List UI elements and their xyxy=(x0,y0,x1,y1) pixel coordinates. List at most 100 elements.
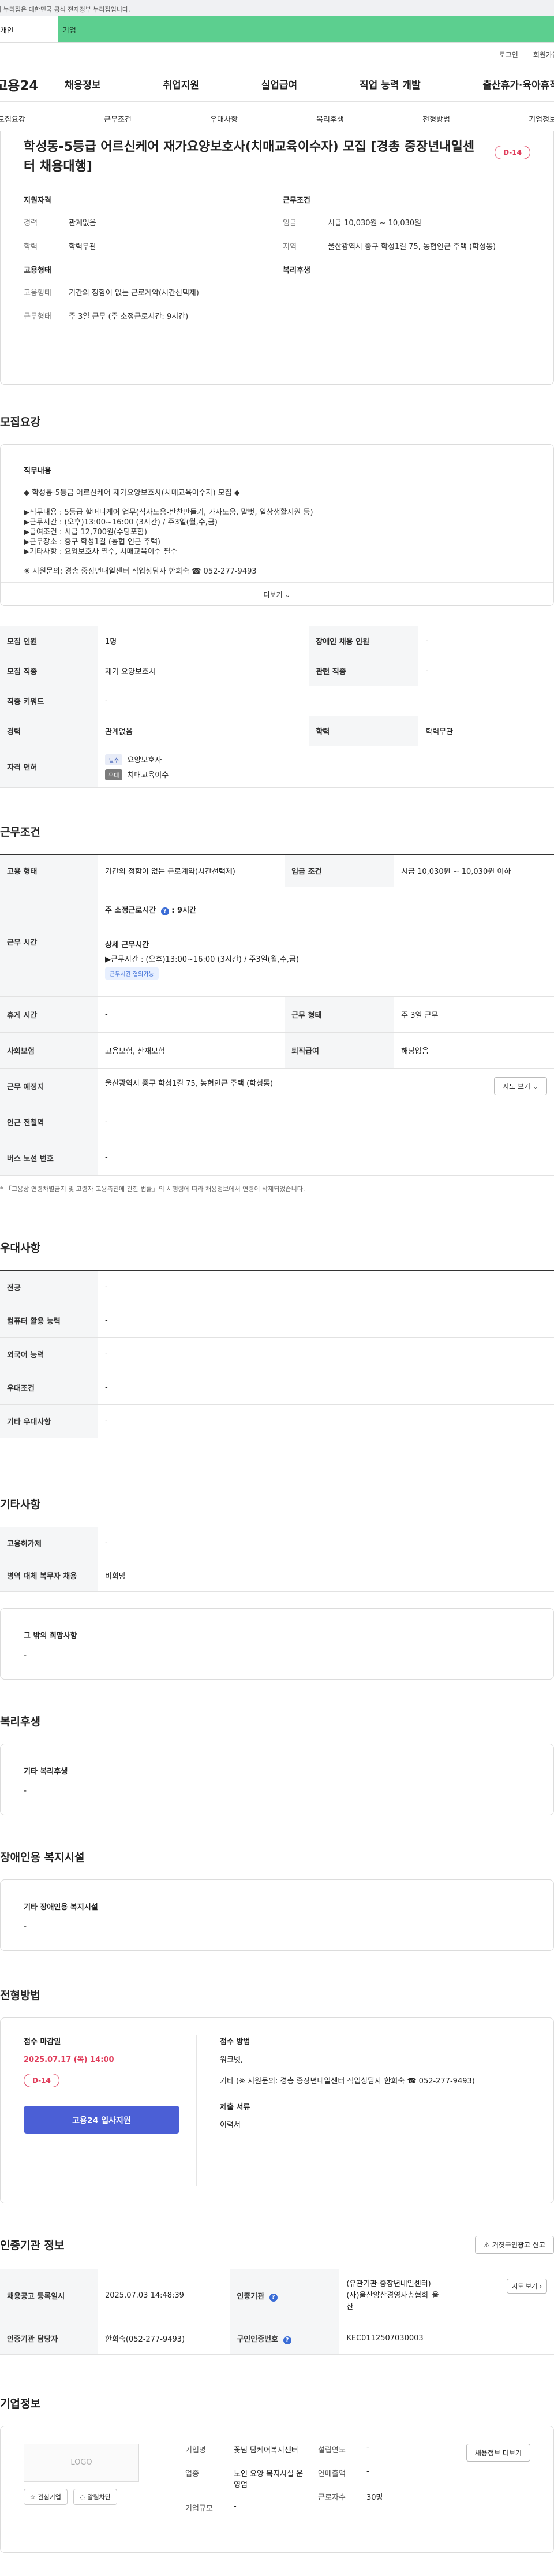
other-wish-heading: 그 밖의 희망사항 xyxy=(24,1632,77,1640)
apply-left: 접수 마감일 2025.07.17 (목) 14:00 D-14 고용24 입사… xyxy=(24,2035,197,2186)
company-workers-row: 근로자수 30명 xyxy=(318,2491,422,2502)
section-preference-title: 우대사항 xyxy=(0,1242,40,1255)
place-address: 울산광역시 중구 학성1길 75, 농협인근 주택 (학성동) xyxy=(105,1079,274,1088)
gnb-item-skills-development[interactable]: 직업 능력 개발 xyxy=(360,77,421,91)
license-preferred-name: 치매교육이수 xyxy=(127,770,169,780)
table-row: 병역 대체 복무자 채용 비희망 xyxy=(0,1559,554,1592)
apply-button[interactable]: 고용24 입사지원 xyxy=(24,2106,179,2134)
tab-corporate[interactable]: 기업 xyxy=(58,16,554,42)
summary-worktype-value: 주 3일 근무 (주 소정근로시간: 9시간) xyxy=(69,312,189,321)
snb-item-recruitment[interactable]: 모집요강 xyxy=(0,113,25,124)
gnb-item-parental-leave[interactable]: 출산휴가·육아휴직 xyxy=(482,77,554,91)
summary-left: 지원자격 경력 관계없음 학력 학력무관 고용형태 고용형태 기간의 정함이 없는 근… xyxy=(24,194,271,334)
company-industry-label: 업종 xyxy=(185,2470,199,2478)
summary-wage: 임금 시급 10,030원 ~ 10,030원 xyxy=(283,217,530,228)
table-row: 사회보험 고용보험, 산재보험 퇴직급여 해당없음 xyxy=(0,1032,554,1069)
more-jobs-button[interactable]: 채용정보 더보기 xyxy=(466,2444,530,2462)
summary-edu-label: 학력 xyxy=(24,243,38,251)
table-row: 근무 예정지 울산광역시 중구 학성1길 75, 농협인근 주택 (학성동) 지… xyxy=(0,1068,554,1104)
company-sales-value: - xyxy=(366,2467,369,2476)
job-desc-line xyxy=(24,498,530,508)
question-icon[interactable]: ? xyxy=(269,2293,278,2302)
weekly-hours-value: 9시간 xyxy=(177,906,197,915)
chevron-down-icon: ⌄ xyxy=(285,591,291,599)
table-row: 인증기관 담당자 한희숙(052-277-9493) 구인인증번호 ? KEC0… xyxy=(0,2322,554,2355)
summary-career-label: 경력 xyxy=(24,219,38,228)
company-name-row: 기업명 꽃님 탐케어복지센터 xyxy=(185,2444,306,2455)
table-row: 컴퓨터 활용 능력 - xyxy=(0,1304,554,1338)
interest-label: 관심기업 xyxy=(38,2493,61,2501)
login-link[interactable]: 로그인 xyxy=(499,50,518,67)
permit-label: 고용허가제 xyxy=(0,1527,98,1559)
jobno-value: KEC0112507030003 xyxy=(339,2322,554,2355)
table-row: 휴게 시간 - 근무 형태 주 3일 근무 xyxy=(0,996,554,1033)
snb-item-preferences[interactable]: 우대사항 xyxy=(210,113,238,124)
table-row: 우대조건 - xyxy=(0,1371,554,1405)
question-icon[interactable]: ? xyxy=(283,2336,291,2344)
permit-value: - xyxy=(98,1527,554,1559)
snb-item-welfare[interactable]: 복리후생 xyxy=(316,113,344,124)
report-button[interactable]: ⚠ 거짓구인광고 신고 xyxy=(475,2236,554,2254)
job-desc-line xyxy=(24,557,530,567)
summary-right: 근무조건 임금 시급 10,030원 ~ 10,030원 지역 울산광역시 중구 학… xyxy=(271,194,530,334)
warning-icon: ⚠ xyxy=(484,2241,491,2249)
snb-item-company[interactable]: 기업정보 xyxy=(529,113,554,124)
welfare-value: - xyxy=(24,1786,27,1796)
emptype-value: 기간의 정함이 없는 근로계약(시간선택제) xyxy=(98,854,285,887)
tab-personal[interactable]: 개인 xyxy=(0,16,58,42)
section-work-title: 근무조건 xyxy=(0,826,40,839)
language-label: 외국어 능력 xyxy=(0,1337,98,1371)
table-row: 외국어 능력 - xyxy=(0,1337,554,1371)
form-value: 주 3일 근무 xyxy=(394,996,554,1033)
snb-item-working-conditions[interactable]: 근무조건 xyxy=(104,113,132,124)
cert-table: 채용공고 등록일시 2025.07.03 14:48:39 인증기관 ? (유관… xyxy=(0,2269,554,2355)
agency-map-button[interactable]: 지도 보기 › xyxy=(507,2278,547,2294)
question-icon[interactable]: ? xyxy=(160,907,169,915)
snb-item-selection[interactable]: 전형방법 xyxy=(422,113,450,124)
welfare-heading: 기타 복리후생 xyxy=(24,1767,68,1776)
table-row: 직종 키워드 - xyxy=(0,686,554,716)
alarm-block-button[interactable]: ◌ 알림차단 xyxy=(73,2489,117,2505)
map-button[interactable]: 지도 보기 ⌄ xyxy=(494,1077,547,1095)
more-button[interactable]: 더보기 ⌄ xyxy=(1,582,553,605)
job-title-card: 학성동-5등급 어르신케어 재가요양보호사(치매교육이수자) 모집 [경총 중장… xyxy=(0,131,554,385)
summary-worktype: 근무형태 주 3일 근무 (주 소정근로시간: 9시간) xyxy=(24,310,271,321)
table-row: 버스 노선 번호 - xyxy=(0,1140,554,1176)
subway-value: - xyxy=(98,1104,554,1140)
preference-table: 전공 - 컴퓨터 활용 능력 - 외국어 능력 - 우대조건 - 기타 우대사항 - xyxy=(0,1270,554,1438)
agency-map-label: 지도 보기 xyxy=(512,2282,538,2290)
site-logo[interactable]: 고용24 xyxy=(0,75,65,94)
star-icon: ☆ xyxy=(30,2493,36,2501)
major-label: 전공 xyxy=(0,1270,98,1304)
table-row: 기타 우대사항 - xyxy=(0,1404,554,1438)
company-name-value: 꽃님 탐케어복지센터 xyxy=(234,2446,298,2455)
chevron-down-icon: ⌄ xyxy=(532,1082,538,1090)
company-workers-value: 30명 xyxy=(366,2493,383,2502)
docs-heading: 제출 서류 xyxy=(220,2103,250,2112)
summary-emptype-value: 기간의 정함이 없는 근로계약(시간선택제) xyxy=(69,289,199,297)
apply-card: 접수 마감일 2025.07.17 (목) 14:00 D-14 고용24 입사… xyxy=(0,2017,554,2203)
other-wish-value: - xyxy=(24,1651,27,1660)
license-label: 자격 면허 xyxy=(0,746,98,788)
recruitment-table: 모집 인원 1명 장애인 채용 인원 - 모집 직종 재가 요양보호사 관련 직… xyxy=(0,626,554,788)
pref-other-value: - xyxy=(98,1404,554,1438)
company-industry-row: 업종 노인 요양 복지시설 운영업 xyxy=(185,2467,306,2489)
gnb-item-jobs[interactable]: 채용정보 xyxy=(65,77,101,91)
gnb-item-unemployment-benefit[interactable]: 실업급여 xyxy=(261,77,298,91)
place-label: 근무 예정지 xyxy=(0,1068,98,1104)
apply-right: 접수 방법 워크넷, 기타 (※ 지원문의: 경총 중장년내일센터 직업상담사 … xyxy=(197,2035,530,2186)
gnb-item-employment-support[interactable]: 취업지원 xyxy=(163,77,199,91)
table-row: 고용 형태 기간의 정함이 없는 근로계약(시간선택제) 임금 조건 시급 10… xyxy=(0,854,554,887)
company-scale-row: 기업규모 - xyxy=(185,2502,306,2513)
job-description-card: 직무내용 ◆ 학성동-5등급 어르신케어 재가요양보호사(치매교육이수자) 모집… xyxy=(0,444,554,606)
interest-button[interactable]: ☆ 관심기업 xyxy=(24,2489,68,2505)
method-heading: 접수 방법 xyxy=(220,2038,250,2046)
place-value: 울산광역시 중구 학성1길 75, 농협인근 주택 (학성동) 지도 보기 ⌄ xyxy=(98,1068,554,1104)
section-apply-title: 전형방법 xyxy=(0,1989,40,2002)
signup-link[interactable]: 회원가입 xyxy=(533,50,554,67)
form-label: 근무 형태 xyxy=(285,996,395,1033)
job-desc-line: ※ 지원문의: 경총 중장년내일센터 직업상담사 한희숙 ☎ 052-277-9… xyxy=(24,567,257,576)
gov-banner: 이 누리집은 대한민국 공식 전자정부 누리집입니다. xyxy=(0,0,554,16)
insurance-label: 사회보험 xyxy=(0,1032,98,1069)
insurance-value: 고용보험, 산재보험 xyxy=(98,1032,285,1069)
